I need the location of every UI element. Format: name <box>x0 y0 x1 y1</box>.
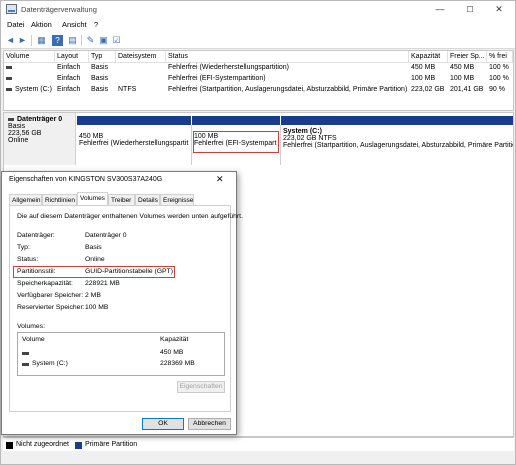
volumes-label: Volumes: <box>17 323 45 330</box>
legend-primary: Primäre Partition <box>85 441 138 448</box>
col-header-status[interactable]: Status <box>166 51 409 63</box>
back-icon[interactable]: ◄ <box>5 35 16 46</box>
col-header-type[interactable]: Typ <box>89 51 116 63</box>
field-label-available: Verfügbarer Speicher: <box>17 292 84 299</box>
disk-icon <box>8 117 14 121</box>
primary-partition-swatch <box>75 442 82 449</box>
close-button[interactable]: ✕ <box>488 1 510 18</box>
toolbar-separator <box>31 35 32 46</box>
ok-button[interactable]: OK <box>142 418 184 430</box>
legend-unallocated: Nicht zugeordnet <box>16 441 69 448</box>
properties-button[interactable]: Eigenschaften <box>177 381 225 393</box>
col-header-filesystem[interactable]: Dateisystem <box>116 51 166 63</box>
field-label-reserved: Reservierter Speicher: <box>17 304 85 311</box>
table-row[interactable]: Einfach Basis Fehlerfrei (EFI-Systempart… <box>4 74 513 85</box>
table-row[interactable]: Einfach Basis Fehlerfrei (Wiederherstell… <box>4 63 513 74</box>
dialog-title-bar: Eigenschaften von KINGSTON SV300S37A240G… <box>2 172 236 188</box>
edit-icon[interactable]: ✎ <box>85 35 96 46</box>
list-item[interactable]: 450 MB <box>18 348 224 359</box>
minimize-button[interactable]: — <box>429 1 451 18</box>
volume-icon <box>22 363 29 366</box>
field-value-disk: Datenträger 0 <box>85 232 127 239</box>
col-header-volume[interactable]: Volume <box>22 336 45 343</box>
disk-state: Online <box>8 137 29 144</box>
field-value-available: 2 MB <box>85 292 101 299</box>
disk-type: Basis <box>8 123 26 130</box>
cancel-button[interactable]: Abbrechen <box>188 418 231 430</box>
unallocated-swatch <box>6 442 13 449</box>
menu-bar: Datei Aktion Ansicht ? <box>1 18 515 32</box>
volume-table: Volume Layout Typ Dateisystem Status Kap… <box>3 50 514 111</box>
volume-icon <box>6 65 12 69</box>
disk-info[interactable]: Datenträger 0 Basis 223,56 GB Online <box>4 113 76 165</box>
properties-icon[interactable]: ▣ <box>98 35 109 46</box>
volume-icon <box>22 352 29 355</box>
menu-file[interactable]: Datei <box>7 20 25 29</box>
volumes-list[interactable]: Volume Kapazität 450 MB System (C:) 2283… <box>17 332 225 376</box>
volumes-tab-panel: Die auf diesem Datenträger enthaltenen V… <box>9 205 243 412</box>
window-title: Datenträgerverwaltung <box>21 5 97 14</box>
partition-system-c[interactable]: System (C:) 223,02 GB NTFS Fehlerfrei (S… <box>281 125 513 165</box>
disk-properties-dialog: Eigenschaften von KINGSTON SV300S37A240G… <box>1 171 243 435</box>
disk-management-icon <box>6 4 17 14</box>
list-view-icon[interactable]: ▤ <box>67 35 78 46</box>
dialog-title: Eigenschaften von KINGSTON SV300S37A240G <box>9 176 163 183</box>
partition-bar <box>192 116 280 125</box>
help-icon[interactable]: ? <box>52 35 63 46</box>
maximize-button[interactable]: ☐ <box>459 1 481 18</box>
field-value-partition-style: GUID-Partitionstabelle (GPT) <box>85 268 174 275</box>
intro-text: Die auf diesem Datenträger enthaltenen V… <box>17 213 243 220</box>
partition-bar <box>281 116 513 125</box>
volume-icon <box>6 87 12 91</box>
volume-icon <box>6 76 12 80</box>
forward-icon[interactable]: ► <box>17 35 28 46</box>
field-value-reserved: 100 MB <box>85 304 109 311</box>
toolbar: ◄ ► ▦ ? ▤ ✎ ▣ ☑ <box>1 32 515 49</box>
toolbar-separator <box>81 35 82 46</box>
col-header-capacity[interactable]: Kapazität <box>409 51 448 63</box>
list-item[interactable]: System (C:) 228369 MB <box>18 359 224 370</box>
field-label-partition-style: Partitionsstil: <box>17 268 56 275</box>
col-header-capacity[interactable]: Kapazität <box>160 336 188 343</box>
partition-efi[interactable]: 100 MB Fehlerfrei (EFI-Systempart <box>192 125 281 165</box>
col-header-free[interactable]: Freier Sp... <box>448 51 487 63</box>
console-tree-icon[interactable]: ▦ <box>36 35 47 46</box>
field-label-type: Typ: <box>17 244 30 251</box>
field-value-type: Basis <box>85 244 102 251</box>
table-row[interactable]: System (C:) Einfach Basis NTFS Fehlerfre… <box>4 85 513 96</box>
col-header-volume[interactable]: Volume <box>4 51 55 63</box>
disk-management-window: Datenträgerverwaltung — ☐ ✕ Datei Aktion… <box>0 0 516 465</box>
title-bar: Datenträgerverwaltung — ☐ ✕ <box>1 1 515 18</box>
dialog-close-button[interactable]: ✕ <box>216 174 224 185</box>
partition-bar <box>77 116 191 125</box>
tab-volumes[interactable]: Volumes <box>77 192 108 206</box>
col-header-layout[interactable]: Layout <box>55 51 89 63</box>
check-icon[interactable]: ☑ <box>111 35 122 46</box>
field-label-disk: Datenträger: <box>17 232 55 239</box>
field-value-capacity: 228921 MB <box>85 280 120 287</box>
disk-name: Datenträger 0 <box>17 116 63 123</box>
highlight-box <box>193 131 279 153</box>
menu-action[interactable]: Aktion <box>31 20 52 29</box>
disk-size: 223,56 GB <box>8 130 42 137</box>
field-label-status: Status: <box>17 256 39 263</box>
legend: Nicht zugeordnet Primäre Partition <box>3 437 514 451</box>
col-header-percent-free[interactable]: % frei <box>487 51 513 63</box>
field-label-capacity: Speicherkapazität: <box>17 280 73 287</box>
field-value-status: Online <box>85 256 105 263</box>
menu-view[interactable]: Ansicht <box>62 20 87 29</box>
partition-recovery[interactable]: 450 MB Fehlerfrei (Wiederherstellungspar… <box>77 125 192 165</box>
menu-help[interactable]: ? <box>94 20 98 29</box>
